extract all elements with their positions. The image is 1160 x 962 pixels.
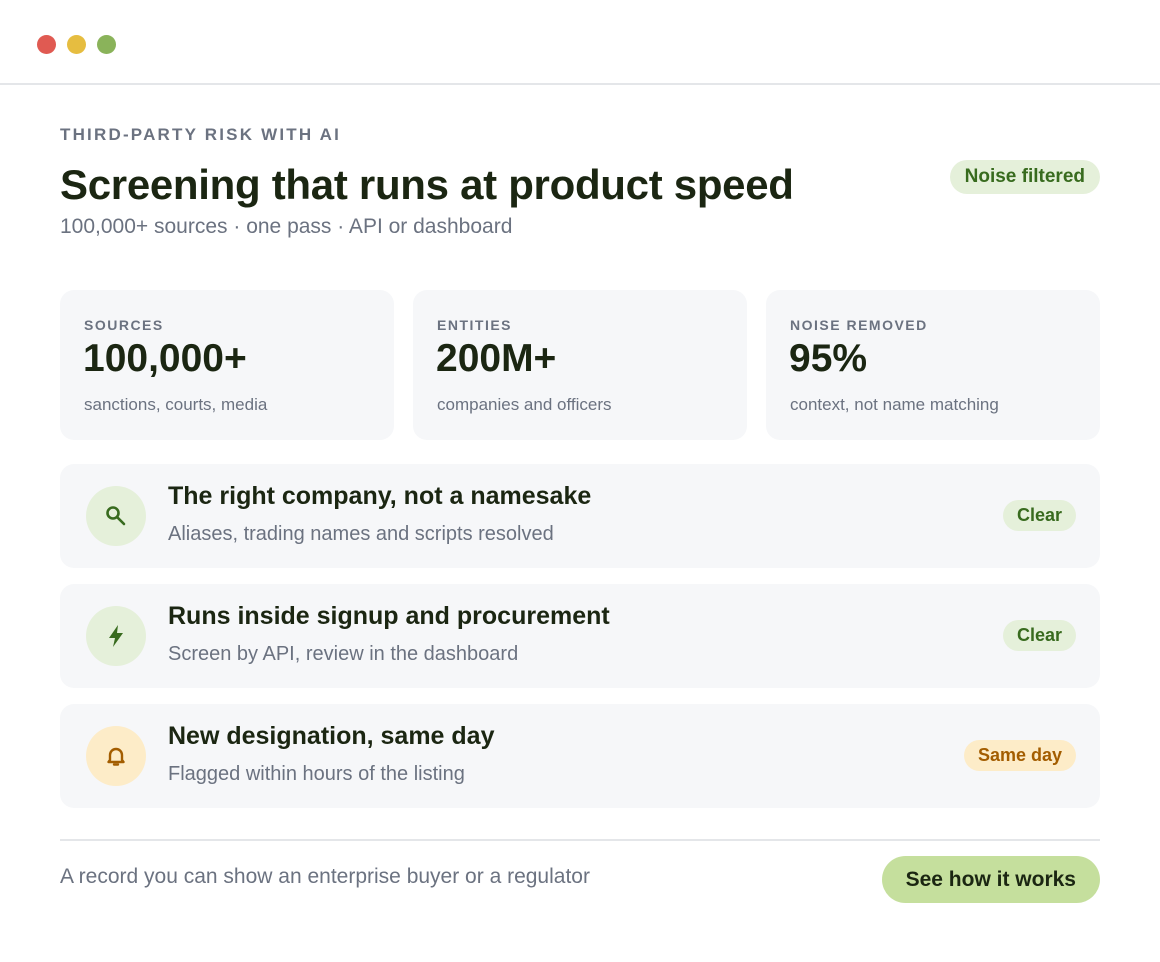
search-icon [86, 486, 146, 546]
window-minimize-button[interactable] [67, 35, 86, 54]
stat-label: SOURCES [84, 317, 164, 333]
stats-row: SOURCES 100,000+ sanctions, courts, medi… [60, 290, 1100, 440]
eyebrow-label: THIRD-PARTY RISK WITH AI [60, 125, 342, 144]
feature-title: The right company, not a namesake [168, 482, 592, 510]
stat-note: context, not name matching [790, 395, 999, 414]
stat-note: sanctions, courts, media [84, 395, 268, 414]
feature-description: Flagged within hours of the listing [168, 763, 465, 785]
stat-label: NOISE REMOVED [790, 317, 928, 333]
stat-value: 100,000+ [83, 337, 247, 380]
feature-row-api-integration[interactable]: Runs inside signup and procurement Scree… [60, 584, 1100, 688]
page-subtitle: 100,000+ sources · one pass · API or das… [60, 215, 513, 238]
window-close-button[interactable] [37, 35, 56, 54]
divider [60, 839, 1100, 841]
stat-note: companies and officers [437, 395, 612, 414]
feature-row-designation-alerts[interactable]: New designation, same day Flagged within… [60, 704, 1100, 808]
feature-row-entity-resolution[interactable]: The right company, not a namesake Aliase… [60, 464, 1100, 568]
stat-card-entities: ENTITIES 200M+ companies and officers [413, 290, 747, 440]
status-badge: Clear [1002, 500, 1076, 531]
status-badge: Noise filtered [949, 160, 1100, 194]
feature-title: New designation, same day [168, 722, 495, 750]
feature-description: Aliases, trading names and scripts resol… [168, 523, 554, 545]
stat-card-sources: SOURCES 100,000+ sanctions, courts, medi… [60, 290, 394, 440]
feature-description: Screen by API, review in the dashboard [168, 643, 519, 665]
footer-text: A record you can show an enterprise buye… [60, 865, 590, 888]
window-titlebar [0, 0, 1160, 85]
stat-label: ENTITIES [437, 317, 513, 333]
stat-value: 95% [789, 337, 868, 380]
stat-value: 200M+ [436, 337, 557, 380]
stat-card-noise-removed: NOISE REMOVED 95% context, not name matc… [766, 290, 1100, 440]
window-maximize-button[interactable] [97, 35, 116, 54]
see-how-it-works-button[interactable]: See how it works [881, 856, 1100, 903]
status-badge: Same day [963, 740, 1076, 771]
lightning-icon [86, 606, 146, 666]
bell-icon [86, 726, 146, 786]
page-title: Screening that runs at product speed [60, 161, 794, 208]
status-badge: Clear [1002, 620, 1076, 651]
feature-title: Runs inside signup and procurement [168, 602, 610, 630]
